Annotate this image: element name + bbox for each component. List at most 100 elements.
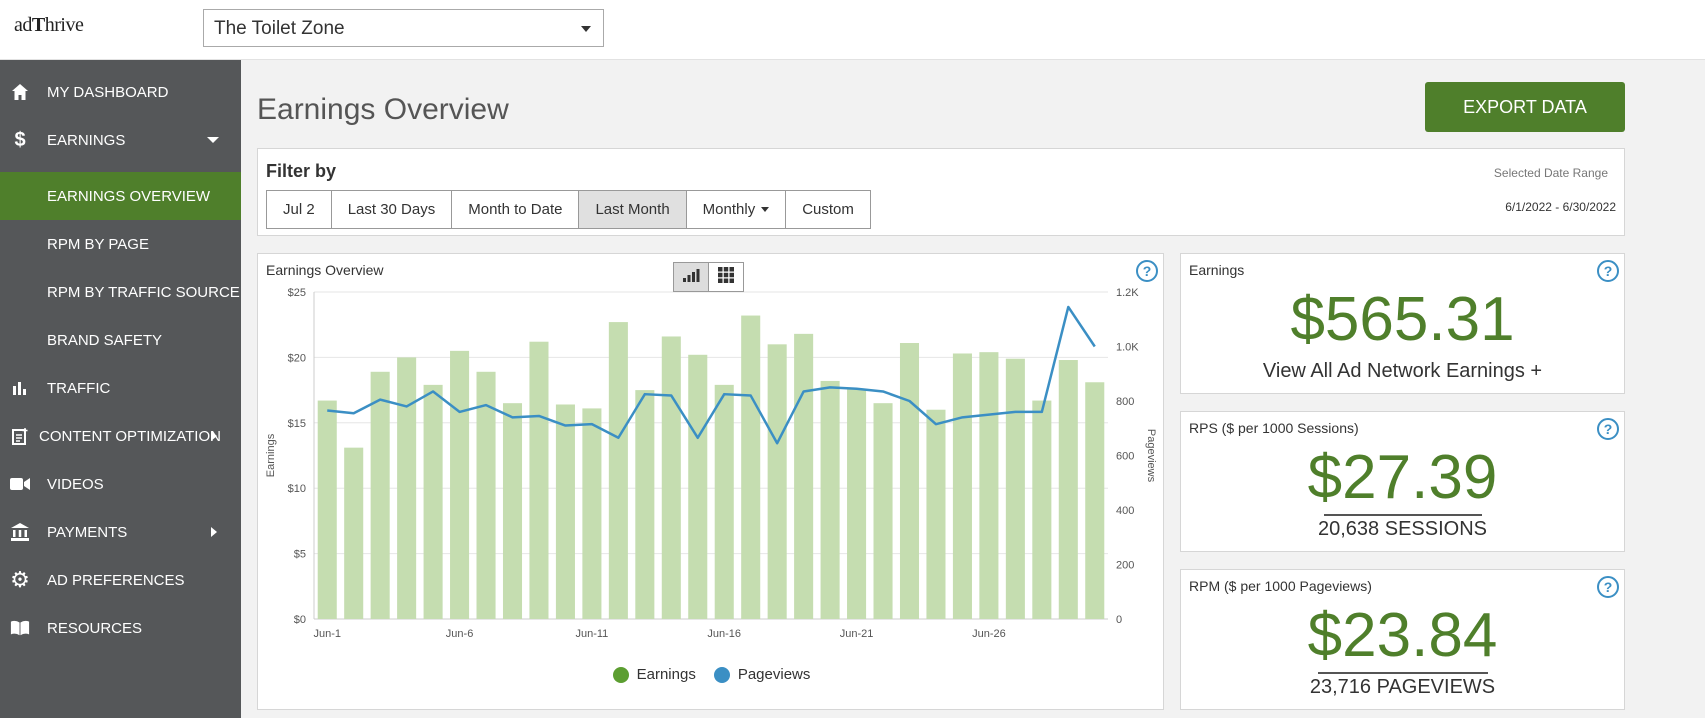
page-title: Earnings Overview: [257, 93, 509, 126]
filter-title: Filter by: [266, 161, 337, 181]
y-axis-title: Earnings: [265, 433, 277, 477]
sidebar-item-label: BRAND SAFETY: [47, 331, 163, 349]
bar-earnings: [555, 404, 575, 619]
sidebar-item-label: VIDEOS: [47, 475, 104, 493]
sidebar-item-label: EARNINGS: [47, 131, 126, 149]
sidebar-item-my-dashboard[interactable]: MY DASHBOARD: [0, 68, 241, 116]
sidebar-item-rpm-by-page[interactable]: RPM BY PAGE: [0, 220, 241, 268]
rpm-value: $23.84: [1307, 601, 1498, 670]
rpm-card: RPM ($ per 1000 Pageviews) ? $23.84 23,7…: [1180, 569, 1625, 710]
adthrive-logo[interactable]: adThrive: [14, 14, 84, 37]
sidebar-item-ad-preferences[interactable]: ⚙ AD PREFERENCES: [0, 556, 241, 604]
export-data-button[interactable]: EXPORT DATA: [1425, 82, 1625, 132]
bar-earnings: [688, 354, 708, 619]
y-tick-label: $0: [294, 614, 306, 626]
home-icon: [10, 82, 30, 102]
chart-view-button[interactable]: [673, 262, 709, 292]
sidebar-item-resources[interactable]: RESOURCES: [0, 604, 241, 652]
help-icon[interactable]: ?: [1597, 260, 1619, 282]
bar-earnings: [926, 409, 946, 619]
chart-panel-title: Earnings Overview: [266, 262, 384, 278]
bar-earnings: [767, 344, 787, 619]
filter-jul-2-button[interactable]: Jul 2: [266, 190, 332, 229]
help-icon[interactable]: ?: [1597, 576, 1619, 598]
sidebar-item-payments[interactable]: PAYMENTS: [0, 508, 241, 556]
bar-earnings: [397, 357, 417, 619]
chart-view-toggle: [673, 262, 744, 292]
x-tick-label: Jun-6: [446, 628, 474, 640]
bar-earnings: [1032, 400, 1052, 619]
sidebar-item-label: RPM BY PAGE: [47, 235, 149, 253]
filter-last-30-days-button[interactable]: Last 30 Days: [330, 190, 453, 229]
filter-custom-button[interactable]: Custom: [785, 190, 871, 229]
y-tick-label: $20: [288, 352, 306, 364]
x-tick-label: Jun-21: [840, 628, 874, 640]
filter-last-month-button[interactable]: Last Month: [578, 190, 687, 229]
earnings-card-title: Earnings: [1189, 262, 1245, 278]
chevron-down-icon: [581, 26, 591, 32]
sidebar-item-content-optimization[interactable]: CONTENT OPTIMIZATION: [0, 412, 241, 460]
gear-icon: ⚙: [10, 567, 30, 592]
y2-axis-title: Pageviews: [1145, 429, 1157, 483]
help-icon[interactable]: ?: [1597, 418, 1619, 440]
sidebar-item-traffic[interactable]: TRAFFIC: [0, 364, 241, 412]
sidebar-item-label: CONTENT OPTIMIZATION: [39, 427, 221, 445]
legend-item-earnings[interactable]: Earnings: [612, 666, 696, 683]
bar-earnings: [661, 336, 681, 619]
rps-card: RPS ($ per 1000 Sessions) ? $27.39 20,63…: [1180, 411, 1625, 552]
view-all-ad-network-earnings-link[interactable]: View All Ad Network Earnings +: [1181, 360, 1624, 383]
logo-text-t: T: [31, 14, 45, 36]
bar-earnings: [741, 315, 761, 619]
sidebar-item-earnings[interactable]: $ EARNINGS: [0, 116, 241, 164]
bar-earnings: [1005, 358, 1025, 619]
pageviews-count: 23,716 PAGEVIEWS: [1309, 676, 1496, 698]
book-icon: [10, 618, 30, 638]
bar-earnings: [714, 384, 734, 619]
sidebar-item-rpm-by-traffic-source[interactable]: RPM BY TRAFFIC SOURCE: [0, 268, 241, 316]
rps-underline: [1324, 514, 1482, 516]
chevron-right-icon: [211, 527, 217, 537]
sidebar-item-label: RPM BY TRAFFIC SOURCE: [47, 283, 240, 301]
chevron-down-icon: [207, 137, 219, 143]
earnings-value: $565.31: [1290, 285, 1515, 354]
sidebar-item-label: RESOURCES: [47, 619, 143, 637]
site-selector[interactable]: The Toilet Zone: [203, 9, 604, 47]
sidebar: MY DASHBOARD $ EARNINGS EARNINGS OVERVIE…: [0, 60, 241, 718]
help-icon[interactable]: ?: [1136, 260, 1158, 282]
sidebar-item-brand-safety[interactable]: BRAND SAFETY: [0, 316, 241, 364]
x-tick-label: Jun-11: [575, 628, 608, 640]
rps-value: $27.39: [1307, 443, 1498, 512]
legend-item-pageviews[interactable]: Pageviews: [713, 666, 810, 683]
earnings-card: Earnings ? $565.31 View All Ad Network E…: [1180, 253, 1625, 394]
logo-text-suffix: hrive: [44, 14, 84, 36]
y2-tick-label: 600: [1116, 451, 1134, 463]
filter-monthly-dropdown[interactable]: Monthly: [685, 190, 787, 229]
bar-earnings: [317, 400, 337, 619]
legend-label-earnings: Earnings: [636, 666, 696, 683]
table-view-button[interactable]: [708, 262, 744, 292]
earnings-overview-chart-panel: $0 $5 $10 $15 $20 $25 0 200 400 600 800 1.0K 1.2K Ear…: [257, 253, 1164, 710]
chart-legend: Earnings Pageviews: [258, 666, 1165, 683]
y-tick-label: $5: [294, 549, 306, 561]
bank-icon: [10, 522, 30, 542]
x-tick-label: Jun-16: [707, 628, 741, 640]
bar-earnings: [582, 408, 602, 619]
bar-chart-icon: [10, 378, 30, 398]
bar-chart-icon: [682, 268, 700, 287]
sidebar-item-videos[interactable]: VIDEOS: [0, 460, 241, 508]
bar-earnings: [1085, 382, 1105, 619]
legend-swatch-earnings: [612, 666, 629, 683]
sidebar-item-label: EARNINGS OVERVIEW: [47, 187, 211, 205]
caret-down-icon: [761, 207, 770, 212]
y-tick-label: $10: [288, 483, 306, 495]
document-icon: [10, 426, 30, 446]
earnings-pageviews-chart: $0 $5 $10 $15 $20 $25 0 200 400 600 800 1.0K 1.2K Ear…: [265, 287, 1157, 640]
bar-earnings: [423, 384, 443, 619]
rpm-underline: [1318, 672, 1488, 674]
sidebar-item-earnings-overview[interactable]: EARNINGS OVERVIEW: [0, 172, 241, 220]
bar-earnings: [873, 403, 893, 619]
legend-swatch-pageviews: [713, 666, 730, 683]
grid-icon: [718, 266, 734, 288]
date-filter-button-group: Jul 2 Last 30 Days Month to Date Last Mo…: [266, 190, 871, 229]
filter-month-to-date-button[interactable]: Month to Date: [451, 190, 580, 229]
